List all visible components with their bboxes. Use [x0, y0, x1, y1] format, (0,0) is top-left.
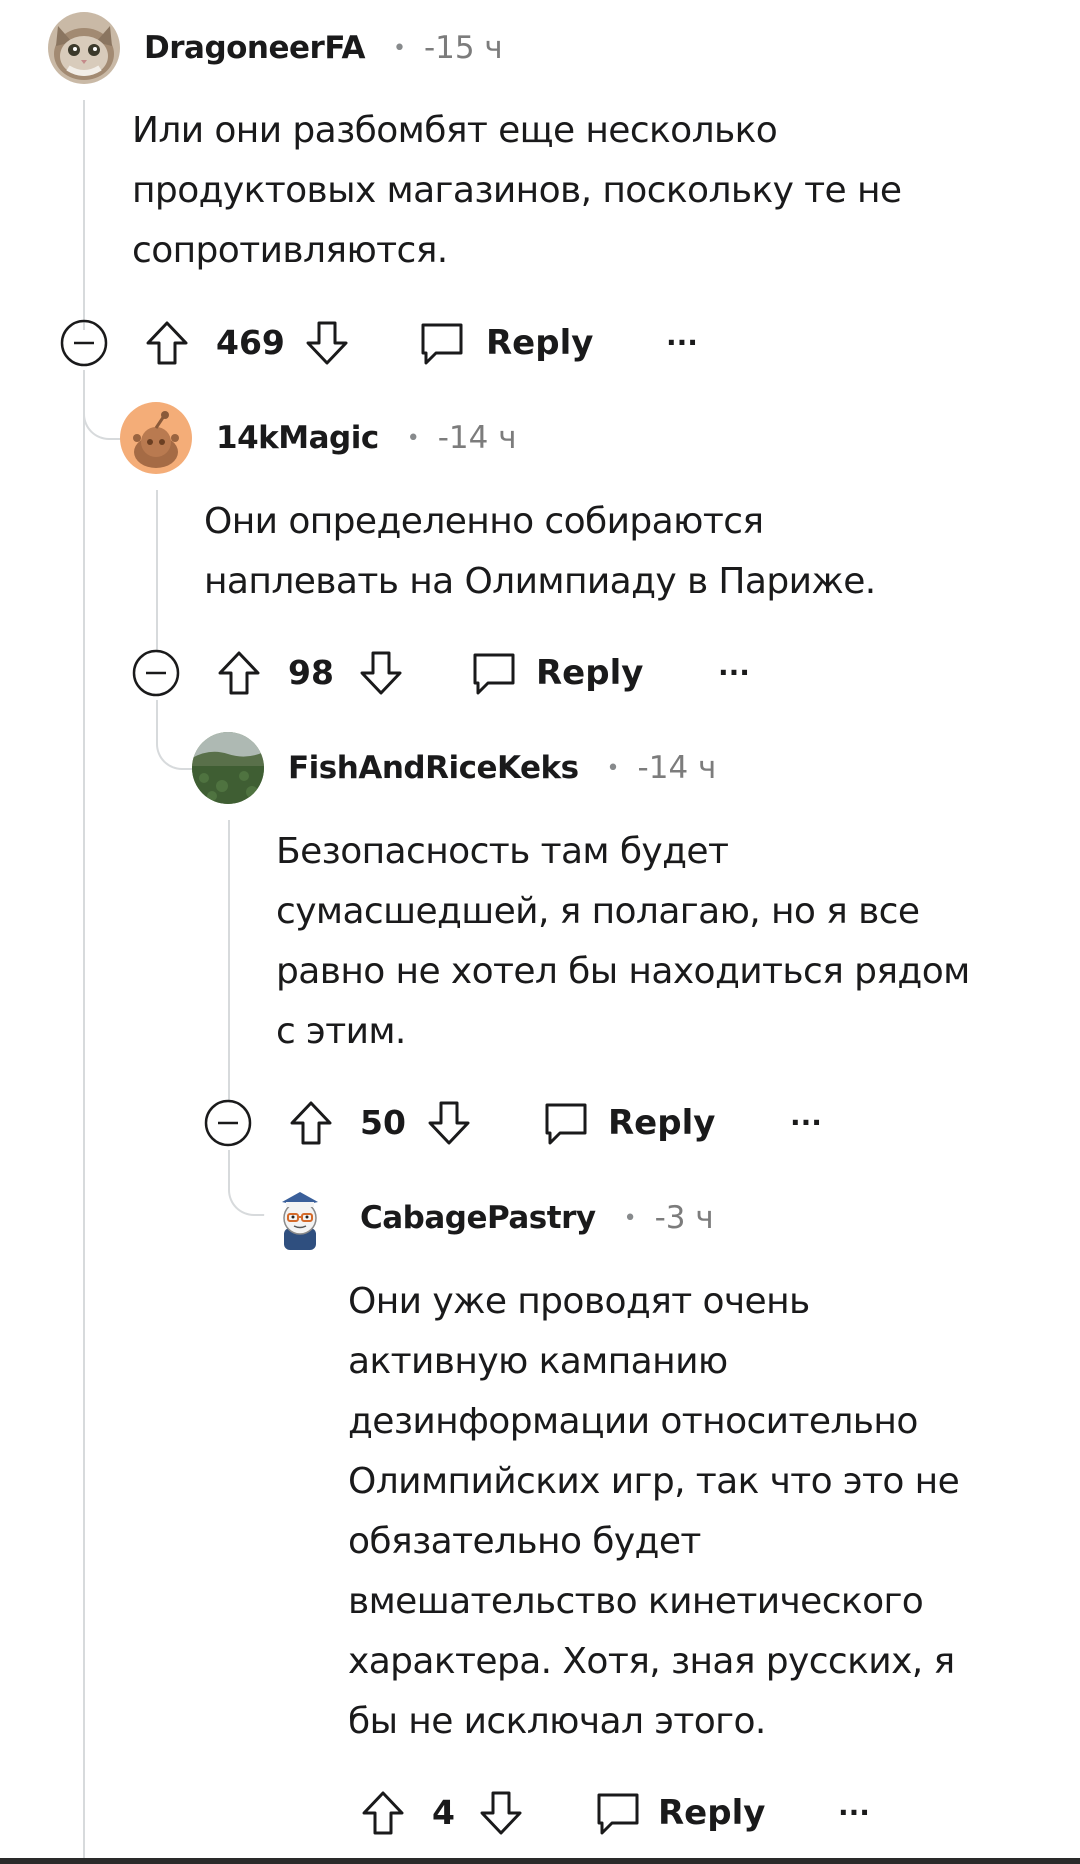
- comment-line: с этим.: [276, 1011, 406, 1052]
- downvote-icon[interactable]: [426, 1097, 472, 1149]
- upvote-icon[interactable]: [216, 647, 262, 699]
- comment-actions: 4 Reply ···: [360, 1787, 920, 1839]
- comment-meta: FishAndRiceKeks • -14 ч: [288, 748, 716, 788]
- avatar[interactable]: [192, 732, 264, 804]
- reply-button[interactable]: Reply: [608, 1097, 715, 1149]
- thread-branch-curve: [83, 370, 123, 440]
- username[interactable]: CabagePastry: [360, 1200, 596, 1236]
- timestamp: -14 ч: [637, 750, 717, 786]
- comment-actions: 98 Reply ···: [132, 647, 792, 699]
- separator-dot: •: [392, 35, 406, 61]
- vote-score: 50: [360, 1103, 406, 1142]
- upvote-icon[interactable]: [360, 1787, 406, 1839]
- comment-body: Они определенно собираются наплевать на …: [204, 492, 876, 612]
- separator-dot: •: [623, 1205, 637, 1231]
- reply-icon[interactable]: [594, 1787, 642, 1839]
- avatar[interactable]: [120, 402, 192, 474]
- reply-icon[interactable]: [542, 1097, 590, 1149]
- landscape-avatar-icon: [192, 732, 264, 804]
- comment-line: Или они разбомбят еще несколько: [132, 110, 778, 151]
- comment-line: вмешательство кинетического: [348, 1581, 924, 1622]
- thread-line-level-1-continuation: [83, 370, 85, 1864]
- thread-line-level-2: [156, 490, 158, 650]
- thread-line-level-1: [83, 100, 85, 330]
- comment-body: Или они разбомбят еще несколько продукто…: [132, 101, 902, 281]
- separator-dot: •: [406, 425, 420, 451]
- reply-button[interactable]: Reply: [486, 317, 593, 369]
- default-snoo-avatar-icon: [120, 402, 192, 474]
- timestamp: -3 ч: [654, 1200, 714, 1236]
- more-options-button[interactable]: ···: [838, 1787, 870, 1839]
- more-options-button[interactable]: ···: [790, 1097, 822, 1149]
- snoo-sailor-avatar-icon: [264, 1182, 336, 1254]
- comment-line: сопротивляются.: [132, 230, 448, 271]
- comment-line: характера. Хотя, зная русских, я: [348, 1641, 955, 1682]
- comment-meta: 14kMagic • -14 ч: [216, 418, 517, 458]
- comment-line: Олимпийских игр, так что это не: [348, 1461, 960, 1502]
- comment-line: сумасшедшей, я полагаю, но я все: [276, 891, 920, 932]
- comment-actions: 50 Reply ···: [204, 1097, 864, 1149]
- vote-score: 98: [288, 653, 334, 692]
- comment-meta: DragoneerFA • -15 ч: [144, 28, 503, 68]
- vote-score: 469: [216, 323, 285, 362]
- collapse-thread-icon[interactable]: [132, 647, 180, 699]
- comment-line: Они определенно собираются: [204, 501, 764, 542]
- timestamp: -15 ч: [423, 30, 503, 66]
- downvote-icon[interactable]: [358, 647, 404, 699]
- more-options-button[interactable]: ···: [718, 647, 750, 699]
- upvote-icon[interactable]: [144, 317, 190, 369]
- comment-line: наплевать на Олимпиаду в Париже.: [204, 561, 876, 602]
- comment-line: бы не исключал этого.: [348, 1701, 766, 1742]
- timestamp: -14 ч: [437, 420, 517, 456]
- avatar[interactable]: [264, 1182, 336, 1254]
- downvote-icon[interactable]: [478, 1787, 524, 1839]
- comment-meta: CabagePastry • -3 ч: [360, 1198, 714, 1238]
- comment-line: обязательно будет: [348, 1521, 701, 1562]
- separator-dot: •: [606, 755, 620, 781]
- thread-line-level-3: [228, 820, 230, 1100]
- comment-line: Безопасность там будет: [276, 831, 729, 872]
- thread-branch-curve: [156, 700, 194, 770]
- username[interactable]: 14kMagic: [216, 420, 379, 456]
- comment-body: Они уже проводят очень активную кампанию…: [348, 1272, 960, 1752]
- comment-line: Они уже проводят очень: [348, 1281, 810, 1322]
- comment-line: активную кампанию: [348, 1341, 728, 1382]
- comment-line: продуктовых магазинов, поскольку те не: [132, 170, 902, 211]
- cat-avatar-icon: [48, 12, 120, 84]
- reply-icon[interactable]: [418, 317, 466, 369]
- upvote-icon[interactable]: [288, 1097, 334, 1149]
- collapse-thread-icon[interactable]: [60, 317, 108, 369]
- comment-body: Безопасность там будет сумасшедшей, я по…: [276, 822, 970, 1062]
- comment-line: равно не хотел бы находиться рядом: [276, 951, 970, 992]
- screen-bottom-edge: [0, 1858, 1080, 1864]
- username[interactable]: FishAndRiceKeks: [288, 750, 579, 786]
- reply-button[interactable]: Reply: [658, 1787, 765, 1839]
- vote-score: 4: [432, 1793, 455, 1832]
- downvote-icon[interactable]: [304, 317, 350, 369]
- comment-actions: 469 Reply ···: [60, 317, 720, 369]
- username[interactable]: DragoneerFA: [144, 30, 365, 66]
- comment-line: дезинформации относительно: [348, 1401, 918, 1442]
- reply-icon[interactable]: [470, 647, 518, 699]
- reply-button[interactable]: Reply: [536, 647, 643, 699]
- avatar[interactable]: [48, 12, 120, 84]
- more-options-button[interactable]: ···: [666, 317, 698, 369]
- collapse-thread-icon[interactable]: [204, 1097, 252, 1149]
- thread-branch-curve: [228, 1150, 270, 1216]
